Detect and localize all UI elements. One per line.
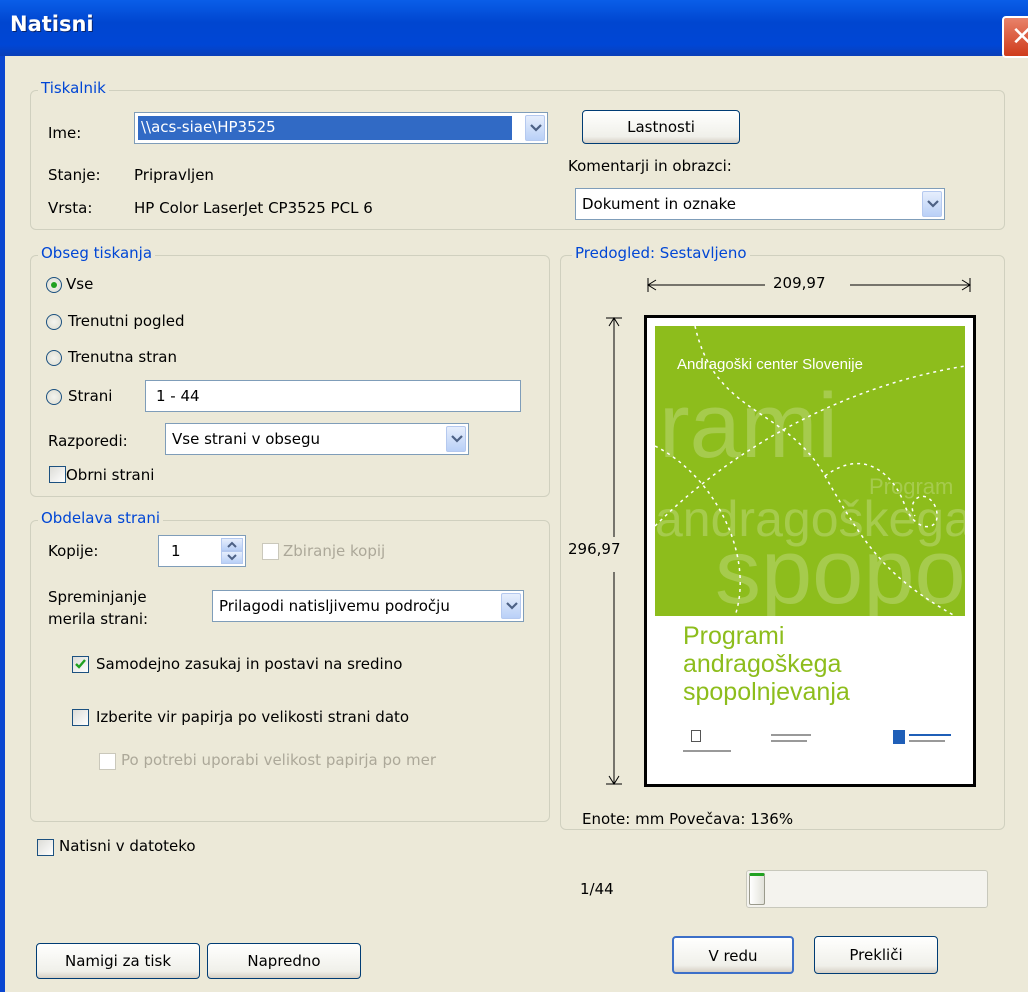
properties-button[interactable]: Lastnosti xyxy=(582,110,740,144)
cover-title-1: Programi xyxy=(683,622,785,650)
cover-logos xyxy=(683,730,953,760)
logo-eu xyxy=(893,730,905,744)
printer-type-value: HP Color LaserJet CP3525 PCL 6 xyxy=(134,199,373,217)
cancel-label: Prekliči xyxy=(849,946,903,964)
page-handling-legend: Obdelava strani xyxy=(38,509,164,527)
print-to-file-label[interactable]: Natisni v datoteko xyxy=(59,837,196,855)
copies-label: Kopije: xyxy=(48,542,99,560)
range-current-page-label[interactable]: Trenutna stran xyxy=(68,348,177,366)
height-value: 296,97 xyxy=(568,540,621,558)
chevron-down-icon[interactable] xyxy=(446,426,466,452)
range-current-view-label[interactable]: Trenutni pogled xyxy=(68,312,185,330)
printer-name-value: \\acs-siae\HP3525 xyxy=(141,118,276,136)
pages-input[interactable]: 1 - 44 xyxy=(145,380,521,412)
window-title: Natisni xyxy=(10,12,94,36)
print-tips-label: Namigi za tisk xyxy=(64,952,172,970)
comments-select[interactable]: Dokument in oznake xyxy=(575,188,945,220)
scaling-value: Prilagodi natisljivemu področju xyxy=(219,597,450,615)
width-value: 209,97 xyxy=(770,274,829,292)
range-pages-radio[interactable] xyxy=(46,389,62,405)
subset-select[interactable]: Vse strani v obsegu xyxy=(165,423,469,455)
stepper-up-icon[interactable] xyxy=(221,538,243,551)
close-button[interactable]: ✕ xyxy=(1002,16,1028,58)
custom-paper-checkbox[interactable] xyxy=(99,753,116,770)
logo-line-4 xyxy=(909,734,951,736)
range-pages-label[interactable]: Strani xyxy=(68,387,112,405)
scaling-label-line2: merila strani: xyxy=(48,610,149,628)
print-to-file-checkbox[interactable] xyxy=(37,839,54,856)
comments-value: Dokument in oznake xyxy=(582,195,737,213)
reverse-pages-label[interactable]: Obrni strani xyxy=(66,466,154,484)
chevron-down-icon[interactable] xyxy=(922,191,942,217)
logo-line-2 xyxy=(771,734,811,736)
page-preview: rami Program andragoškega spopo Andragoš… xyxy=(644,315,976,787)
window-frame xyxy=(0,56,5,992)
stepper-down-icon[interactable] xyxy=(221,551,243,564)
subset-label: Razporedi: xyxy=(48,432,128,450)
chevron-down-icon[interactable] xyxy=(501,593,521,619)
cover-title-3: spopolnjevanja xyxy=(683,678,850,706)
copies-value: 1 xyxy=(171,542,181,560)
cover-green-area: rami Program andragoškega spopo Andragoš… xyxy=(655,326,965,616)
pages-input-value: 1 - 44 xyxy=(156,387,200,405)
close-icon: ✕ xyxy=(1011,22,1028,52)
paper-source-checkbox[interactable] xyxy=(72,709,89,726)
comments-label: Komentarji in obrazci: xyxy=(568,157,732,175)
printer-status-value: Pripravljen xyxy=(134,166,214,184)
ok-label: V redu xyxy=(708,947,758,965)
collate-checkbox[interactable] xyxy=(262,543,279,560)
range-current-view-radio[interactable] xyxy=(46,314,62,330)
printer-type-label: Vrsta: xyxy=(48,199,93,217)
checkmark-icon xyxy=(75,659,86,669)
properties-button-label: Lastnosti xyxy=(627,118,695,136)
range-all-label[interactable]: Vse xyxy=(66,275,93,293)
cover-title-2: andragoškega xyxy=(683,650,842,678)
autorotate-checkbox[interactable] xyxy=(72,656,89,673)
page-indicator: 1/44 xyxy=(580,880,614,898)
printer-legend: Tiskalnik xyxy=(38,79,109,97)
units-zoom-text: Enote: mm Povečava: 136% xyxy=(582,810,794,828)
custom-paper-label[interactable]: Po potrebi uporabi velikost papirja po m… xyxy=(121,751,436,769)
printer-name-label: Ime: xyxy=(48,124,82,142)
printer-name-select[interactable]: \\acs-siae\HP3525 xyxy=(134,112,548,144)
title-bar[interactable]: Natisni xyxy=(0,0,1028,56)
range-all-radio[interactable] xyxy=(46,277,62,293)
page-slider-track[interactable] xyxy=(746,870,988,908)
advanced-button[interactable]: Napredno xyxy=(207,943,361,979)
print-range-group xyxy=(30,255,550,497)
copies-stepper[interactable]: 1 xyxy=(158,535,246,567)
page-slider-thumb[interactable] xyxy=(749,873,765,905)
logo-line-1 xyxy=(683,750,731,752)
advanced-label: Napredno xyxy=(247,952,321,970)
logo-line-5 xyxy=(909,740,945,742)
scaling-select[interactable]: Prilagodi natisljivemu področju xyxy=(212,590,524,622)
print-range-legend: Obseg tiskanja xyxy=(38,244,156,262)
subset-value: Vse strani v obsegu xyxy=(172,430,320,448)
range-current-page-radio[interactable] xyxy=(46,350,62,366)
collate-label[interactable]: Zbiranje kopij xyxy=(283,542,385,560)
chevron-down-icon[interactable] xyxy=(525,115,545,141)
logo-crest xyxy=(691,730,701,742)
paper-source-label[interactable]: Izberite vir papirja po velikosti strani… xyxy=(96,708,409,726)
logo-line-3 xyxy=(771,740,807,742)
ok-button[interactable]: V redu xyxy=(672,936,794,974)
cancel-button[interactable]: Prekliči xyxy=(814,936,938,974)
cover-org-name: Andragoški center Slovenije xyxy=(677,356,863,373)
print-tips-button[interactable]: Namigi za tisk xyxy=(36,943,200,979)
preview-legend: Predogled: Sestavljeno xyxy=(572,244,750,262)
autorotate-label[interactable]: Samodejno zasukaj in postavi na sredino xyxy=(96,655,402,673)
printer-status-label: Stanje: xyxy=(48,166,101,184)
scaling-label-line1: Spreminjanje xyxy=(48,588,147,606)
reverse-pages-checkbox[interactable] xyxy=(49,466,66,483)
